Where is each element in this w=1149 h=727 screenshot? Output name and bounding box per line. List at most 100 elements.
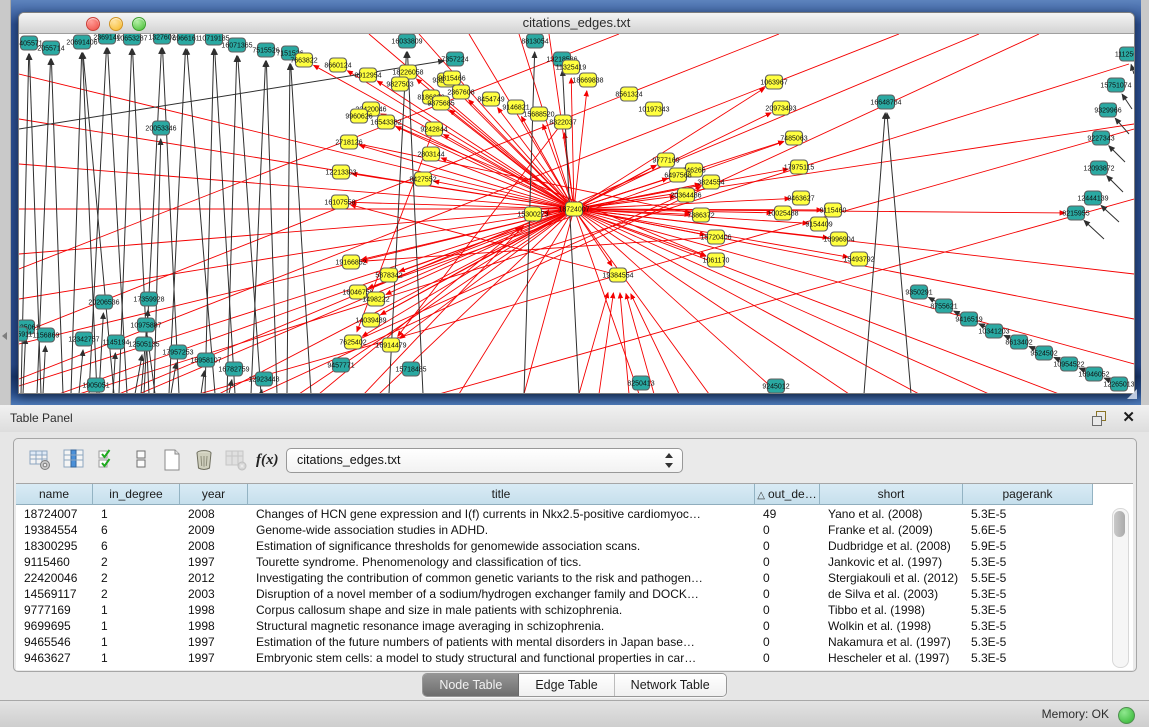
column-header-name[interactable]: name <box>16 484 93 505</box>
graph-node[interactable]: 9777169 <box>652 153 679 167</box>
graph-node[interactable]: 1905051 <box>82 378 109 392</box>
table-row[interactable]: 1938455462009Genome-wide association stu… <box>16 522 1093 538</box>
splitter-collapse-arrow-icon[interactable] <box>2 332 7 340</box>
graph-node[interactable]: 9329966 <box>1094 103 1121 117</box>
graph-node[interactable]: 9154409 <box>805 217 832 231</box>
table-cell: Changes of HCN gene expression and I(f) … <box>248 506 755 522</box>
svg-text:20206536: 20206536 <box>88 299 119 306</box>
graph-node[interactable]: 18669838 <box>572 73 603 87</box>
graph-node[interactable]: 15493792 <box>843 252 874 266</box>
graph-node[interactable]: 10653287 <box>116 34 147 45</box>
new-table-icon[interactable] <box>160 448 184 472</box>
table-options-icon[interactable] <box>28 448 52 472</box>
graph-node[interactable]: 8813054 <box>521 34 548 48</box>
table-cell: 2 <box>93 554 180 570</box>
column-header-title[interactable]: title <box>248 484 755 505</box>
svg-text:7357224: 7357224 <box>441 56 468 63</box>
graph-node[interactable]: 12093872 <box>1083 161 1114 175</box>
graph-node[interactable]: 6966161 <box>172 34 199 45</box>
table-select[interactable]: citations_edges.txt <box>286 448 683 473</box>
graph-edge-black <box>1107 176 1123 192</box>
graph-node[interactable]: 12444139 <box>1077 191 1108 205</box>
table-row[interactable]: 1830029562008Estimation of significance … <box>16 538 1093 554</box>
graph-node[interactable]: 16648784 <box>870 95 901 109</box>
scrollbar-thumb[interactable] <box>1114 511 1125 537</box>
table-row[interactable]: 969969511998Structural magnetic resonanc… <box>16 618 1093 634</box>
table-row[interactable]: 946362711997Embryonic stem cells: a mode… <box>16 650 1093 666</box>
graph-node[interactable]: 9524502 <box>1030 346 1057 360</box>
table-row[interactable]: 1872400712008Changes of HCN gene express… <box>16 506 1093 522</box>
function-builder-icon[interactable]: f(x) <box>256 448 280 472</box>
graph-node[interactable]: 7625402 <box>339 335 366 349</box>
merge-cells-icon[interactable] <box>130 448 154 472</box>
graph-node[interactable]: 2718126 <box>335 135 362 149</box>
graph-node[interactable]: 12923448 <box>248 372 279 386</box>
graph-node[interactable]: 12213303 <box>325 165 356 179</box>
graph-node[interactable]: 15751074 <box>1100 78 1131 92</box>
graph-node[interactable]: 17975115 <box>784 160 815 174</box>
column-header-label: short <box>878 487 905 501</box>
graph-node[interactable]: 8250413 <box>627 376 654 390</box>
graph-node[interactable]: 16958107 <box>190 353 221 367</box>
svg-text:16648784: 16648784 <box>870 99 901 106</box>
graph-node[interactable]: 16033809 <box>391 34 422 48</box>
tab-network-table[interactable]: Network Table <box>615 674 726 696</box>
resize-grip[interactable] <box>1127 389 1137 399</box>
svg-text:16107558: 16107558 <box>324 199 355 206</box>
table-row[interactable]: 977716911998Corpus callosum shape and si… <box>16 602 1093 618</box>
table-row[interactable]: 1456911722003Disruption of a novel membe… <box>16 586 1093 602</box>
graph-node[interactable]: 10197343 <box>638 102 669 116</box>
svg-text:7625402: 7625402 <box>339 339 366 346</box>
graph-node[interactable]: 10025488 <box>767 206 798 220</box>
svg-text:8660124: 8660124 <box>324 62 351 69</box>
graph-node[interactable]: 16107558 <box>324 195 355 209</box>
graph-node[interactable]: 19166852 <box>335 255 366 269</box>
float-panel-icon[interactable] <box>1092 411 1107 426</box>
graph-node[interactable]: 17359928 <box>133 292 164 306</box>
graph-node[interactable]: 19384554 <box>602 268 633 282</box>
column-header-in_degree[interactable]: in_degree <box>93 484 180 505</box>
graph-node[interactable]: 1061170 <box>703 253 730 267</box>
column-header-year[interactable]: year <box>180 484 248 505</box>
graph-edge-red <box>579 293 608 393</box>
select-rows-icon[interactable] <box>96 448 120 472</box>
table-cell: Stergiakouli et al. (2012) <box>820 570 963 586</box>
graph-node[interactable]: 10996904 <box>823 232 854 246</box>
graph-node[interactable]: 2803144 <box>417 147 444 161</box>
graph-node[interactable]: 9463627 <box>787 191 814 205</box>
table-cell: Dudbridge et al. (2008) <box>820 538 963 554</box>
column-header-short[interactable]: short <box>820 484 963 505</box>
tab-node-table[interactable]: Node Table <box>423 674 519 696</box>
table-row[interactable]: 911546021997Tourette syndrome. Phenomeno… <box>16 554 1093 570</box>
tab-edge-table[interactable]: Edge Table <box>519 674 614 696</box>
graph-node[interactable]: 9245012 <box>762 379 789 393</box>
graph-node[interactable]: 8660124 <box>324 58 351 72</box>
graph-node[interactable]: 8912954 <box>354 68 381 82</box>
graph-node[interactable]: 8613402 <box>1005 335 1032 349</box>
network-window-titlebar[interactable]: citations_edges.txt <box>19 13 1134 34</box>
graph-node[interactable]: 9227343 <box>1087 131 1114 145</box>
table-cell: 9777169 <box>16 602 93 618</box>
graph-node[interactable]: 5878342 <box>375 268 402 282</box>
left-splitter-strip[interactable] <box>0 0 11 405</box>
graph-node[interactable]: 9350291 <box>905 285 932 299</box>
table-row[interactable]: 2242004622012Investigating the contribut… <box>16 570 1093 586</box>
graph-node[interactable]: 16914479 <box>375 338 406 352</box>
column-header-pagerank[interactable]: pagerank <box>963 484 1093 505</box>
graph-edge-black <box>37 59 51 393</box>
close-panel-icon[interactable]: ✕ <box>1122 408 1135 426</box>
table-row[interactable]: 946554611997Estimation of the future num… <box>16 634 1093 650</box>
svg-text:16033809: 16033809 <box>391 38 422 45</box>
graph-node[interactable]: 20053346 <box>145 121 176 135</box>
vertical-scrollbar[interactable] <box>1112 508 1129 668</box>
graph-node[interactable]: 1112502 <box>1115 47 1134 61</box>
table-cell: 1 <box>93 650 180 666</box>
delete-table-icon[interactable] <box>192 448 216 472</box>
graph-node[interactable]: 9115460 <box>820 203 847 217</box>
graph-node[interactable]: 10975887 <box>130 318 161 332</box>
column-edit-icon[interactable] <box>62 448 86 472</box>
column-header-label: year <box>202 487 225 501</box>
column-header-out_de[interactable]: △out_de… <box>755 484 820 505</box>
graph-node[interactable]: 16782759 <box>218 362 249 376</box>
network-graph-canvas[interactable]: 1405571205571420691406236914010653287132… <box>19 34 1134 393</box>
